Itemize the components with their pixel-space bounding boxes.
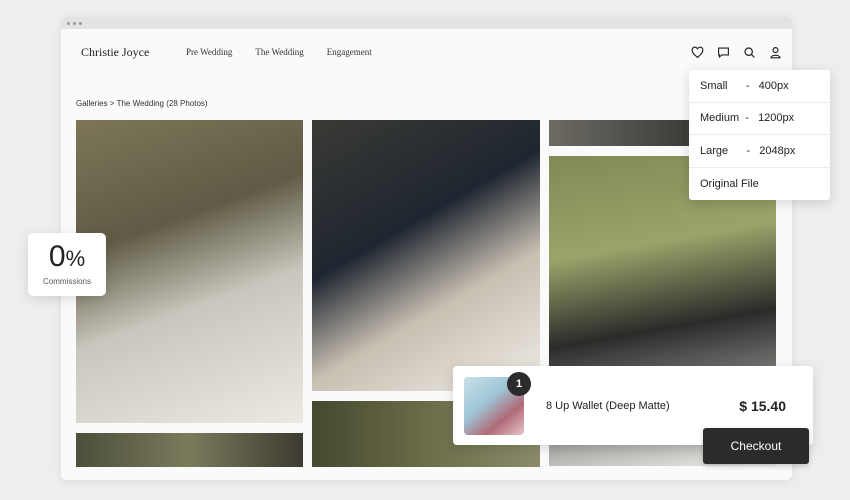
- breadcrumb-current: The Wedding (28 Photos): [116, 99, 208, 108]
- chat-icon[interactable]: [717, 46, 730, 59]
- nav-item-engagement[interactable]: Engagement: [327, 47, 372, 57]
- window-dot: [67, 21, 70, 25]
- heart-icon[interactable]: [691, 46, 704, 59]
- size-option-medium[interactable]: Medium - 1200px: [689, 103, 830, 135]
- size-option-small[interactable]: Small - 400px: [689, 70, 830, 103]
- gallery-photo[interactable]: [76, 120, 303, 423]
- user-icon[interactable]: [769, 46, 782, 59]
- breadcrumb-separator: >: [107, 99, 117, 108]
- commission-label: Commissions: [42, 277, 91, 286]
- checkout-button[interactable]: Checkout: [703, 428, 809, 464]
- window-dot: [73, 21, 76, 25]
- commission-value: 0%: [28, 241, 106, 275]
- breadcrumb-galleries[interactable]: Galleries: [76, 99, 108, 108]
- nav-item-pre-wedding[interactable]: Pre Wedding: [186, 47, 232, 57]
- nav-item-the-wedding[interactable]: The Wedding: [255, 47, 303, 57]
- brand-logo[interactable]: Christie Joyce: [81, 45, 149, 60]
- size-option-original[interactable]: Original File: [689, 168, 830, 201]
- cart-item-name: 8 Up Wallet (Deep Matte): [546, 400, 670, 412]
- cart-item-price: $ 15.40: [739, 398, 786, 414]
- cart-count-badge: 1: [507, 372, 531, 396]
- top-nav: Christie Joyce Pre Wedding The Wedding E…: [61, 29, 792, 75]
- nav-menu: Pre Wedding The Wedding Engagement: [186, 47, 372, 57]
- breadcrumb: Galleries > The Wedding (28 Photos): [76, 99, 208, 108]
- search-icon[interactable]: [743, 46, 756, 59]
- commission-card: 0% Commissions: [28, 233, 106, 296]
- commission-unit: %: [65, 246, 86, 271]
- gallery-photo[interactable]: [76, 433, 303, 467]
- window-titlebar: [61, 17, 792, 29]
- download-size-menu: Small - 400px Medium - 1200px Large - 20…: [689, 70, 830, 200]
- window-dot: [79, 21, 82, 25]
- commission-number: 0: [48, 240, 66, 273]
- size-option-large[interactable]: Large - 2048px: [689, 135, 830, 168]
- gallery-photo[interactable]: [312, 120, 540, 391]
- nav-icons: [691, 46, 782, 59]
